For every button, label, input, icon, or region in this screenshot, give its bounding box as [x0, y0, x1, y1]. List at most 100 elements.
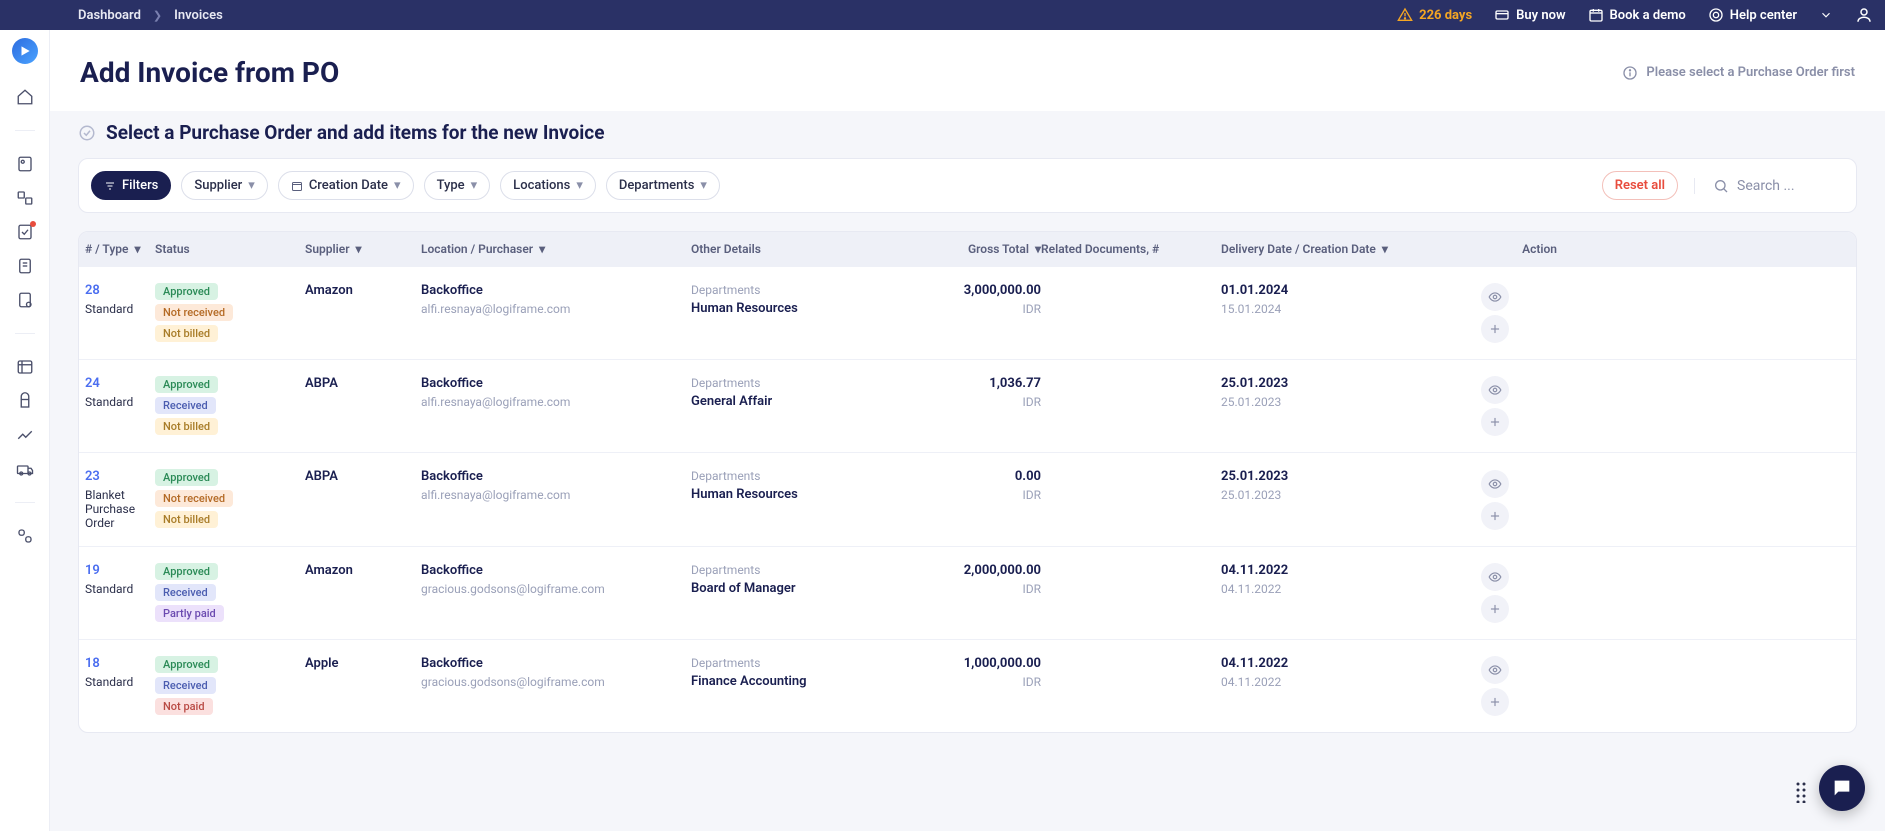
- book-demo-label: Book a demo: [1610, 8, 1686, 23]
- view-button[interactable]: [1481, 470, 1509, 498]
- po-type: Standard: [85, 302, 155, 316]
- add-button[interactable]: [1481, 595, 1509, 623]
- col-numtype-label: # / Type: [85, 242, 129, 256]
- chat-button[interactable]: [1819, 765, 1865, 811]
- add-button[interactable]: [1481, 315, 1509, 343]
- status-badge: Not received: [155, 304, 233, 321]
- nav-integration-icon[interactable]: [16, 527, 34, 545]
- reset-all-label: Reset all: [1615, 178, 1665, 193]
- table-row[interactable]: 18StandardApprovedReceivedNot paidAppleB…: [79, 639, 1856, 732]
- info-icon: [1622, 65, 1638, 81]
- table-row[interactable]: 24StandardApprovedReceivedNot billedABPA…: [79, 359, 1856, 452]
- buy-now-label: Buy now: [1516, 8, 1565, 23]
- calendar-icon: [1588, 7, 1604, 23]
- status-badge: Not received: [155, 490, 233, 507]
- lifebuoy-icon: [1708, 7, 1724, 23]
- nav-approval-icon[interactable]: [16, 223, 34, 241]
- nav-reports-icon[interactable]: [16, 426, 34, 444]
- col-location[interactable]: Location / Purchaser▾: [421, 242, 691, 256]
- po-type: Blanket Purchase Order: [85, 488, 155, 530]
- user-icon[interactable]: [1855, 6, 1873, 24]
- chevron-down-icon: ▾: [539, 242, 545, 256]
- nav-inventory-icon[interactable]: [16, 392, 34, 410]
- status-badges: ApprovedReceivedNot paid: [155, 656, 305, 716]
- table-row[interactable]: 28StandardApprovedNot receivedNot billed…: [79, 266, 1856, 359]
- department-name: Board of Manager: [691, 581, 881, 596]
- col-numtype[interactable]: # / Type ▾: [85, 242, 155, 256]
- chevron-down-icon[interactable]: [1819, 8, 1833, 22]
- trial-days[interactable]: 226 days: [1397, 7, 1472, 23]
- po-number[interactable]: 24: [85, 376, 155, 391]
- sidebar: [0, 30, 50, 831]
- po-number[interactable]: 23: [85, 469, 155, 484]
- col-delivery[interactable]: Delivery Date / Creation Date▾: [1221, 242, 1481, 256]
- col-gross[interactable]: Gross Total▾: [881, 242, 1041, 256]
- add-button[interactable]: [1481, 502, 1509, 530]
- trial-days-text: 226 days: [1419, 8, 1472, 23]
- po-number[interactable]: 19: [85, 563, 155, 578]
- purchaser-email: alfi.resnaya@logiframe.com: [421, 488, 691, 502]
- view-button[interactable]: [1481, 376, 1509, 404]
- nav-purchase-order-icon[interactable]: [16, 189, 34, 207]
- help-center-link[interactable]: Help center: [1708, 7, 1797, 23]
- col-supplier[interactable]: Supplier▾: [305, 242, 421, 256]
- col-other: Other Details: [691, 242, 881, 256]
- departments-filter[interactable]: Departments ▾: [606, 171, 720, 200]
- search-box: [1694, 178, 1844, 194]
- row-actions: [1481, 563, 1557, 623]
- buy-now-link[interactable]: Buy now: [1494, 7, 1565, 23]
- po-number[interactable]: 28: [85, 283, 155, 298]
- status-badge: Approved: [155, 656, 218, 673]
- card-icon: [1494, 7, 1510, 23]
- currency: IDR: [881, 488, 1041, 502]
- nav-supplier-icon[interactable]: [16, 460, 34, 478]
- location-name: Backoffice: [421, 283, 691, 298]
- check-circle-icon: [78, 124, 96, 142]
- chevron-down-icon: ▾: [700, 178, 707, 193]
- breadcrumb-invoices[interactable]: Invoices: [174, 8, 223, 23]
- chevron-down-icon: ▾: [135, 242, 141, 256]
- chevron-down-icon: ▾: [576, 178, 583, 193]
- status-badge: Partly paid: [155, 605, 224, 622]
- nav-invoice-icon[interactable]: [16, 257, 34, 275]
- supplier-name: ABPA: [305, 376, 421, 391]
- table-row[interactable]: 23Blanket Purchase OrderApprovedNot rece…: [79, 452, 1856, 546]
- status-badge: Not billed: [155, 325, 218, 342]
- creation-date-filter[interactable]: Creation Date ▾: [278, 171, 414, 200]
- add-button[interactable]: [1481, 688, 1509, 716]
- view-button[interactable]: [1481, 283, 1509, 311]
- breadcrumb-dashboard[interactable]: Dashboard: [78, 8, 141, 23]
- related-docs: [1041, 283, 1221, 343]
- topbar: Dashboard ❯ Invoices 226 days Buy now Bo…: [0, 0, 1885, 30]
- type-filter[interactable]: Type ▾: [424, 171, 491, 200]
- supplier-filter[interactable]: Supplier ▾: [181, 171, 267, 200]
- delivery-date: 04.11.2022: [1221, 656, 1481, 671]
- nav-receipt-icon[interactable]: [16, 291, 34, 309]
- view-button[interactable]: [1481, 563, 1509, 591]
- table-row[interactable]: 19StandardApprovedReceivedPartly paidAma…: [79, 546, 1856, 639]
- delivery-date: 01.01.2024: [1221, 283, 1481, 298]
- department-name: Human Resources: [691, 487, 881, 502]
- chevron-right-icon: ❯: [153, 9, 162, 22]
- status-badge: Approved: [155, 563, 218, 580]
- status-badges: ApprovedNot receivedNot billed: [155, 283, 305, 343]
- col-related: Related Documents, #: [1041, 242, 1221, 256]
- col-status-label: Status: [155, 242, 190, 256]
- filters-button[interactable]: Filters: [91, 171, 171, 200]
- page-title: Add Invoice from PO: [80, 56, 339, 89]
- nav-home-icon[interactable]: [16, 88, 34, 106]
- reset-all-button[interactable]: Reset all: [1602, 171, 1678, 200]
- row-actions: [1481, 656, 1557, 716]
- nav-budget-icon[interactable]: [16, 358, 34, 376]
- app-logo[interactable]: [12, 38, 38, 64]
- view-button[interactable]: [1481, 656, 1509, 684]
- po-number[interactable]: 18: [85, 656, 155, 671]
- locations-filter[interactable]: Locations ▾: [500, 171, 596, 200]
- search-input[interactable]: [1737, 178, 1837, 194]
- add-button[interactable]: [1481, 408, 1509, 436]
- grip-icon[interactable]: [1795, 781, 1809, 803]
- row-actions: [1481, 376, 1557, 436]
- book-demo-link[interactable]: Book a demo: [1588, 7, 1686, 23]
- nav-requisition-icon[interactable]: [16, 155, 34, 173]
- location-name: Backoffice: [421, 563, 691, 578]
